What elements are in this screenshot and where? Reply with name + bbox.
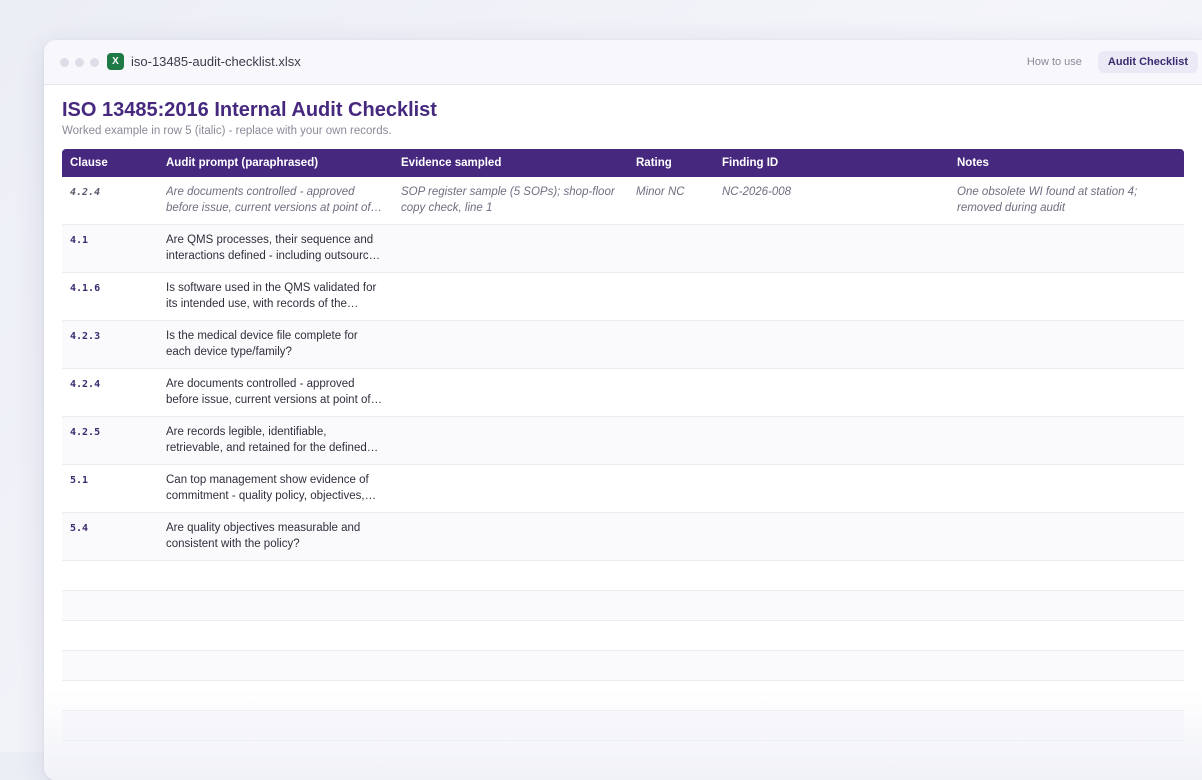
rating-cell[interactable]	[628, 512, 714, 561]
finding-id-cell[interactable]	[714, 464, 949, 513]
finding-id-cell[interactable]	[714, 512, 949, 561]
finding-id-cell[interactable]: NC-2026-008	[714, 177, 949, 225]
minimize-dot-icon[interactable]	[75, 58, 84, 67]
evidence-cell[interactable]: SOP register sample (5 SOPs); shop-floor…	[393, 177, 628, 225]
prompt-cell[interactable]: Are documents controlled - approved befo…	[158, 177, 393, 225]
excel-file-icon: X	[107, 53, 124, 70]
page-subtitle: Worked example in row 5 (italic) - repla…	[62, 125, 392, 137]
table-row[interactable]: 4.1.6 Is software used in the QMS valida…	[62, 272, 1184, 321]
evidence-cell[interactable]	[393, 464, 628, 513]
notes-cell[interactable]: One obsolete WI found at station 4; remo…	[949, 177, 1184, 225]
clause-cell[interactable]: 4.2.3	[62, 320, 158, 369]
column-header-notes[interactable]: Notes	[949, 149, 1184, 177]
spreadsheet-window: X iso-13485-audit-checklist.xlsx How to …	[44, 40, 1202, 780]
table-row[interactable]: 5.1 Can top management show evidence of …	[62, 464, 1184, 513]
clause-cell[interactable]: 5.1	[62, 464, 158, 513]
column-header-rating[interactable]: Rating	[628, 149, 714, 177]
rating-cell[interactable]	[628, 320, 714, 369]
column-header-finding-id[interactable]: Finding ID	[714, 149, 949, 177]
file-name: iso-13485-audit-checklist.xlsx	[131, 54, 301, 69]
clause-cell[interactable]: 4.1.6	[62, 272, 158, 321]
clause-cell[interactable]: 4.2.4	[62, 177, 158, 225]
sheet-tabs: How to use Audit Checklist	[1017, 51, 1198, 73]
table-row[interactable]: 4.2.3 Is the medical device file complet…	[62, 320, 1184, 369]
prompt-cell[interactable]: Are quality objectives measurable and co…	[158, 512, 393, 561]
notes-cell[interactable]	[949, 320, 1184, 369]
empty-row[interactable]	[62, 560, 1184, 591]
table-row[interactable]: 5.4 Are quality objectives measurable an…	[62, 512, 1184, 561]
notes-cell[interactable]	[949, 464, 1184, 513]
empty-cell[interactable]	[62, 620, 1184, 651]
tab-how-to-use[interactable]: How to use	[1017, 51, 1092, 73]
column-header-audit-prompt[interactable]: Audit prompt (paraphrased)	[158, 149, 393, 177]
prompt-cell[interactable]: Can top management show evidence of comm…	[158, 464, 393, 513]
audit-table: Clause Audit prompt (paraphrased) Eviden…	[62, 149, 1184, 741]
bottom-fade	[44, 690, 1202, 780]
rating-cell[interactable]	[628, 224, 714, 273]
notes-cell[interactable]	[949, 416, 1184, 465]
rating-cell[interactable]	[628, 272, 714, 321]
close-dot-icon[interactable]	[60, 58, 69, 67]
prompt-cell[interactable]: Are QMS processes, their sequence and in…	[158, 224, 393, 273]
notes-cell[interactable]	[949, 368, 1184, 417]
clause-cell[interactable]: 4.2.5	[62, 416, 158, 465]
table-row-example[interactable]: 4.2.4 Are documents controlled - approve…	[62, 177, 1184, 225]
finding-id-cell[interactable]	[714, 368, 949, 417]
prompt-cell[interactable]: Are documents controlled - approved befo…	[158, 368, 393, 417]
prompt-cell[interactable]: Is the medical device file complete for …	[158, 320, 393, 369]
prompt-cell[interactable]: Are records legible, identifiable, retri…	[158, 416, 393, 465]
evidence-cell[interactable]	[393, 320, 628, 369]
empty-cell[interactable]	[62, 560, 1184, 591]
evidence-cell[interactable]	[393, 416, 628, 465]
notes-cell[interactable]	[949, 512, 1184, 561]
rating-cell[interactable]	[628, 416, 714, 465]
table-row[interactable]: 4.1 Are QMS processes, their sequence an…	[62, 224, 1184, 273]
rating-cell[interactable]: Minor NC	[628, 177, 714, 225]
page-title: ISO 13485:2016 Internal Audit Checklist	[62, 99, 437, 121]
prompt-cell[interactable]: Is software used in the QMS validated fo…	[158, 272, 393, 321]
empty-cell[interactable]	[62, 590, 1184, 621]
maximize-dot-icon[interactable]	[90, 58, 99, 67]
clause-cell[interactable]: 5.4	[62, 512, 158, 561]
finding-id-cell[interactable]	[714, 272, 949, 321]
empty-row[interactable]	[62, 620, 1184, 651]
notes-cell[interactable]	[949, 224, 1184, 273]
window-controls	[60, 58, 99, 67]
empty-cell[interactable]	[62, 650, 1184, 681]
evidence-cell[interactable]	[393, 368, 628, 417]
rating-cell[interactable]	[628, 464, 714, 513]
tab-audit-checklist[interactable]: Audit Checklist	[1097, 51, 1198, 73]
clause-cell[interactable]: 4.1	[62, 224, 158, 273]
finding-id-cell[interactable]	[714, 224, 949, 273]
title-bar: X iso-13485-audit-checklist.xlsx How to …	[44, 40, 1202, 85]
empty-row[interactable]	[62, 650, 1184, 681]
rating-cell[interactable]	[628, 368, 714, 417]
evidence-cell[interactable]	[393, 512, 628, 561]
table-row[interactable]: 4.2.5 Are records legible, identifiable,…	[62, 416, 1184, 465]
column-header-clause[interactable]: Clause	[62, 149, 158, 177]
evidence-cell[interactable]	[393, 224, 628, 273]
table-row[interactable]: 4.2.4 Are documents controlled - approve…	[62, 368, 1184, 417]
evidence-cell[interactable]	[393, 272, 628, 321]
empty-row[interactable]	[62, 590, 1184, 621]
finding-id-cell[interactable]	[714, 320, 949, 369]
finding-id-cell[interactable]	[714, 416, 949, 465]
column-header-evidence[interactable]: Evidence sampled	[393, 149, 628, 177]
sheet-content: ISO 13485:2016 Internal Audit Checklist …	[62, 84, 1198, 741]
clause-cell[interactable]: 4.2.4	[62, 368, 158, 417]
table-header-row: Clause Audit prompt (paraphrased) Eviden…	[62, 149, 1184, 177]
notes-cell[interactable]	[949, 272, 1184, 321]
